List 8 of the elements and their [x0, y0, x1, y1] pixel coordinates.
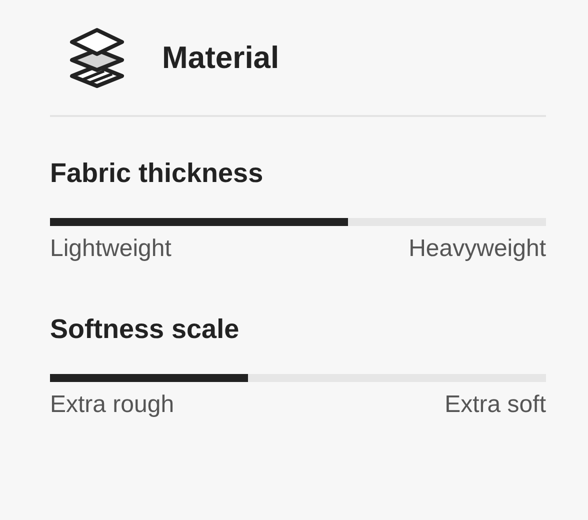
- panel-title: Material: [162, 40, 280, 76]
- scale-max-label: Heavyweight: [408, 235, 546, 263]
- scale-title: Fabric thickness: [50, 157, 264, 189]
- scale-min-label: Lightweight: [50, 235, 172, 263]
- scale-min-label: Extra rough: [50, 391, 174, 419]
- scale-title: Softness scale: [50, 313, 240, 345]
- layers-icon: [68, 26, 126, 90]
- scale-max-label: Extra soft: [444, 391, 546, 419]
